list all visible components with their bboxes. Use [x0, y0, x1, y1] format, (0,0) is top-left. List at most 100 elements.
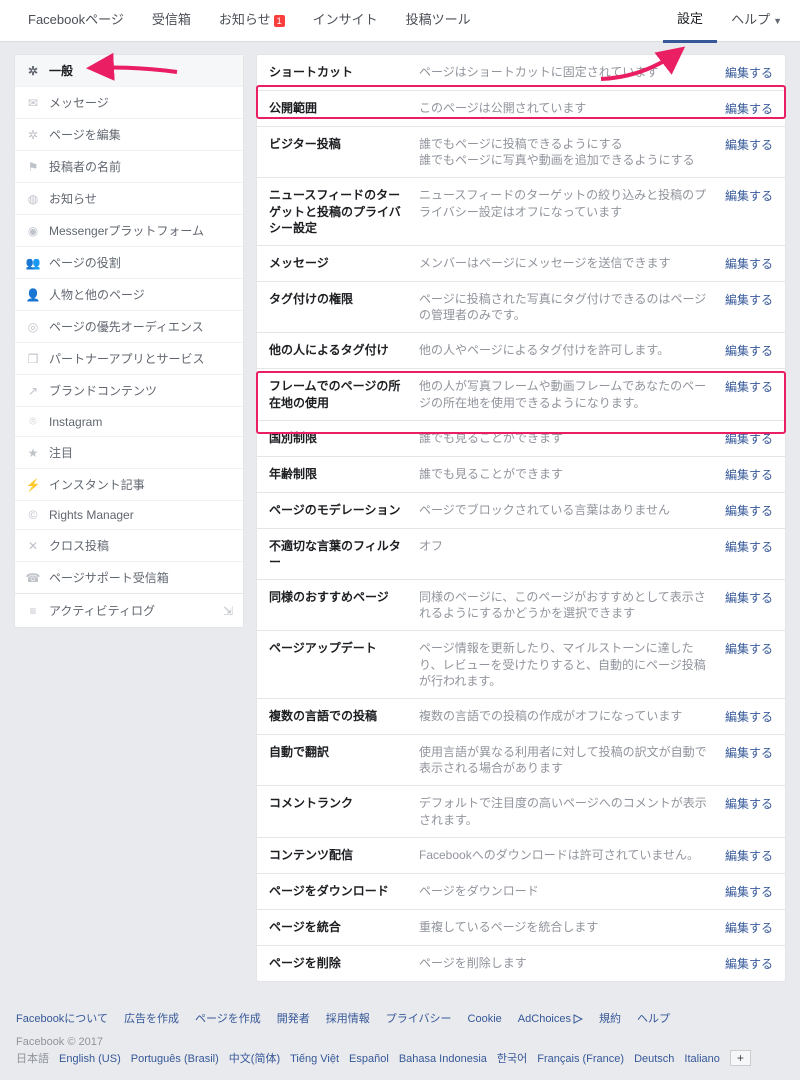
setting-row-5: タグ付けの権限ページに投稿された写真にタグ付けできるのはページの管理者のみです。…	[257, 282, 785, 333]
setting-row-13: ページアップデートページ情報を更新したり、マイルストーンに達したり、レビューを受…	[257, 631, 785, 699]
settings-tab[interactable]: 設定	[663, 0, 717, 43]
edit-link[interactable]: 編集する	[725, 883, 773, 900]
edit-link[interactable]: 編集する	[725, 955, 773, 972]
edit-link[interactable]: 編集する	[725, 640, 773, 657]
top-nav: Facebookページ受信箱お知らせ1インサイト投稿ツール 設定 ヘルプ▼	[0, 0, 800, 42]
edit-link[interactable]: 編集する	[725, 795, 773, 812]
target-icon: ◎	[25, 320, 41, 334]
footer-link-3[interactable]: 開発者	[277, 1013, 310, 1025]
setting-value: ページを削除します	[419, 955, 725, 971]
setting-label: 同様のおすすめページ	[269, 589, 419, 605]
sidebar: ✲一般 ✉ メッセージ ✲ページを編集⚑投稿者の名前◍お知らせ◉Messengerプラ…	[14, 54, 244, 628]
lang-link-4[interactable]: Español	[349, 1053, 389, 1065]
setting-value: ページでブロックされている言葉はありません	[419, 502, 725, 518]
sidebar-item-3[interactable]: ⚑投稿者の名前	[15, 151, 243, 183]
lang-link-9[interactable]: Italiano	[684, 1053, 719, 1065]
edit-link[interactable]: 編集する	[725, 589, 773, 606]
lang-link-6[interactable]: 한국어	[497, 1053, 527, 1065]
edit-link[interactable]: 編集する	[725, 708, 773, 725]
sidebar-item-15[interactable]: ✕クロス投稿	[15, 530, 243, 562]
setting-label: ショートカット	[269, 64, 419, 80]
lang-link-2[interactable]: 中文(简体)	[229, 1053, 280, 1065]
sidebar-item-8[interactable]: ◎ページの優先オーディエンス	[15, 311, 243, 343]
person-icon: 👤	[25, 288, 41, 302]
support-icon: ☎	[25, 571, 41, 585]
sidebar-item-0[interactable]: ✲一般	[15, 55, 243, 87]
lang-link-3[interactable]: Tiếng Việt	[290, 1053, 339, 1065]
edit-link[interactable]: 編集する	[725, 291, 773, 308]
edit-link[interactable]: 編集する	[725, 847, 773, 864]
sidebar-item-6[interactable]: 👥ページの役割	[15, 247, 243, 279]
footer-link-6[interactable]: Cookie	[468, 1013, 502, 1025]
edit-link[interactable]: 編集する	[725, 342, 773, 359]
edit-link[interactable]: 編集する	[725, 100, 773, 117]
sidebar-item-12[interactable]: ★注目	[15, 437, 243, 469]
sidebar-item-14[interactable]: ©Rights Manager	[15, 501, 243, 530]
sidebar-item-4[interactable]: ◍お知らせ	[15, 183, 243, 215]
sidebar-item-1[interactable]: ✉ メッセージ	[15, 87, 243, 119]
edit-link[interactable]: 編集する	[725, 466, 773, 483]
footer-link-7[interactable]: AdChoices	[518, 1013, 583, 1025]
sidebar-item-label: メッセージ	[49, 94, 109, 111]
setting-label: 自動で翻訳	[269, 744, 419, 760]
edit-link[interactable]: 編集する	[725, 255, 773, 272]
setting-label: ページアップデート	[269, 640, 419, 656]
message-icon: ✉	[25, 96, 41, 110]
sidebar-item-label: ページの役割	[49, 254, 121, 271]
footer-link-4[interactable]: 採用情報	[326, 1013, 370, 1025]
sidebar-item-16[interactable]: ☎ページサポート受信箱	[15, 562, 243, 593]
sidebar-item-5[interactable]: ◉Messengerプラットフォーム	[15, 215, 243, 247]
topnav-item-3[interactable]: インサイト	[299, 0, 392, 42]
help-tab[interactable]: ヘルプ▼	[717, 0, 786, 42]
footer-link-0[interactable]: Facebookについて	[16, 1013, 108, 1025]
sidebar-item-7[interactable]: 👤人物と他のページ	[15, 279, 243, 311]
lang-link-5[interactable]: Bahasa Indonesia	[399, 1053, 487, 1065]
topnav-item-0[interactable]: Facebookページ	[14, 0, 138, 42]
footer-links: Facebookについて 広告を作成 ページを作成 開発者 採用情報 プライバシー Cook…	[16, 1010, 784, 1026]
edit-link[interactable]: 編集する	[725, 378, 773, 395]
sidebar-item-label: お知らせ	[49, 190, 97, 207]
footer-link-9[interactable]: ヘルプ	[637, 1013, 670, 1025]
setting-row-15: 自動で翻訳使用言語が異なる利用者に対して投稿の訳文が自動で表示される場合がありま…	[257, 735, 785, 786]
gear-icon: ✲	[25, 128, 41, 142]
lang-link-0[interactable]: English (US)	[59, 1053, 121, 1065]
help-label: ヘルプ	[731, 12, 770, 27]
setting-value: 誰でもページに投稿できるようにする誰でもページに写真や動画を追加できるようにする	[419, 136, 725, 168]
more-languages-button[interactable]: +	[730, 1050, 751, 1066]
lang-link-1[interactable]: Português (Brasil)	[131, 1053, 219, 1065]
footer-link-1[interactable]: 広告を作成	[124, 1013, 179, 1025]
sidebar-list: ✲一般 ✉ メッセージ ✲ページを編集⚑投稿者の名前◍お知らせ◉Messengerプラ…	[15, 55, 243, 593]
edit-link[interactable]: 編集する	[725, 538, 773, 555]
content: ✲一般 ✉ メッセージ ✲ページを編集⚑投稿者の名前◍お知らせ◉Messengerプラ…	[0, 42, 800, 1000]
edit-link[interactable]: 編集する	[725, 64, 773, 81]
topnav-item-1[interactable]: 受信箱	[138, 0, 205, 42]
edit-link[interactable]: 編集する	[725, 187, 773, 204]
lang-link-8[interactable]: Deutsch	[634, 1053, 674, 1065]
lang-link-7[interactable]: Français (France)	[537, 1053, 624, 1065]
gear-icon: ✲	[25, 64, 41, 78]
sidebar-item-13[interactable]: ⚡インスタント記事	[15, 469, 243, 501]
footer-link-2[interactable]: ページを作成	[195, 1013, 261, 1025]
sidebar-item-2[interactable]: ✲ページを編集	[15, 119, 243, 151]
sidebar-item-10[interactable]: ↗ブランドコンテンツ	[15, 375, 243, 407]
activity-log-link[interactable]: ≡ アクティビティログ ⇲	[15, 593, 243, 627]
footer-link-5[interactable]: プライバシー	[386, 1013, 452, 1025]
edit-link[interactable]: 編集する	[725, 744, 773, 761]
sidebar-item-9[interactable]: ❒パートナーアプリとサービス	[15, 343, 243, 375]
setting-value: デフォルトで注目度の高いページへのコメントが表示されます。	[419, 795, 725, 827]
edit-link[interactable]: 編集する	[725, 136, 773, 153]
share-icon: ↗	[25, 384, 41, 398]
topnav-item-4[interactable]: 投稿ツール	[392, 0, 485, 42]
edit-link[interactable]: 編集する	[725, 919, 773, 936]
edit-link[interactable]: 編集する	[725, 502, 773, 519]
sidebar-item-11[interactable]: ⌾Instagram	[15, 407, 243, 437]
setting-label: 国別制限	[269, 430, 419, 446]
setting-row-17: コンテンツ配信Facebookへのダウンロードは許可されていません。編集する	[257, 838, 785, 874]
footer-link-8[interactable]: 規約	[599, 1013, 621, 1025]
setting-label: ページを統合	[269, 919, 419, 935]
setting-value: 他の人が写真フレームや動画フレームであなたのページの所在地を使用できるようになり…	[419, 378, 725, 410]
topnav-item-2[interactable]: お知らせ1	[205, 0, 299, 42]
sidebar-item-label: Instagram	[49, 415, 102, 429]
bolt-icon: ⚡	[25, 478, 41, 492]
edit-link[interactable]: 編集する	[725, 430, 773, 447]
